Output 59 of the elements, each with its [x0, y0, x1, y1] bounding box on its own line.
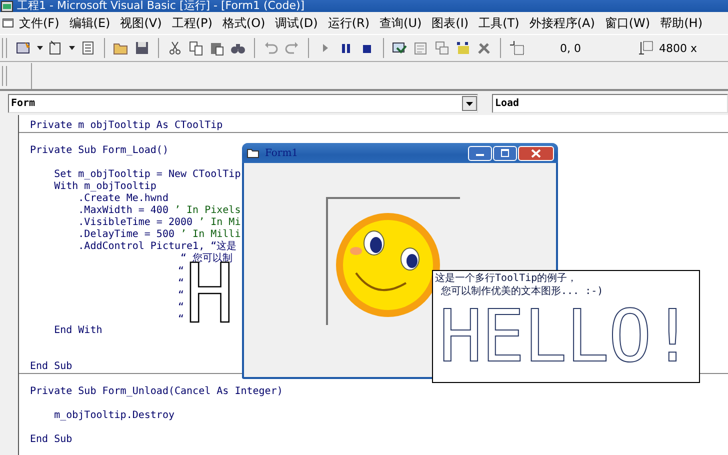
menu-item[interactable]: 文件(F) [14, 14, 64, 32]
code-line: End Sub [30, 434, 72, 446]
object-dropdown[interactable]: Form [8, 94, 478, 113]
minimize-button[interactable] [468, 146, 492, 160]
code-line: .Create Me.hwnd [77, 193, 168, 205]
tooltip-text: 这是一个多行ToolTip的例子， [435, 272, 578, 285]
form-title: Form1 [265, 148, 298, 158]
properties-icon[interactable] [413, 40, 429, 56]
menu-item[interactable]: 窗口(W) [600, 14, 656, 32]
menu-item[interactable]: 查询(U) [374, 14, 427, 32]
code-line: “ [178, 313, 184, 325]
code-line: Private Sub Form_Unload(Cancel As Integer) [30, 386, 283, 398]
form-icon[interactable] [16, 40, 32, 56]
maximize-button[interactable] [493, 146, 517, 160]
folder-icon [247, 148, 259, 158]
code-line: .DelayTime = 500 ’ In Milli [77, 229, 241, 240]
app-icon [1, 0, 13, 12]
window-title: 工程1 - Microsoft Visual Basic [运行] - [Form1 (Code)] [17, 0, 305, 12]
close-button[interactable] [518, 146, 554, 160]
code-line: .VisibleTime = 2000 ’ In Mi [77, 217, 241, 229]
save-icon[interactable] [134, 40, 150, 56]
code-line: “ [178, 301, 184, 313]
menu-item[interactable]: 视图(V) [115, 14, 167, 32]
code-line: End With [53, 325, 102, 337]
menu-item[interactable]: 调试(D) [270, 14, 323, 32]
code-line: “ [178, 289, 184, 301]
code-line: Private Sub Form_Load() [30, 145, 168, 157]
code-line: Private m objTooltip As CToolTip [30, 120, 223, 132]
menu-item[interactable]: 格式(O) [217, 14, 270, 32]
cut-icon[interactable] [167, 40, 183, 56]
code-line: Set m_objTooltip = New CToolTip [53, 169, 241, 181]
menu-item[interactable]: 工程(P) [166, 14, 218, 32]
caret-icon[interactable] [69, 46, 75, 50]
size-icon [638, 40, 654, 56]
menu-item[interactable]: 帮助(H) [655, 14, 708, 32]
tooltip-text: 您可以制作优美的文本图形... :-) [440, 285, 604, 298]
code-line: “ [178, 277, 184, 289]
maximize-icon [500, 149, 510, 157]
size-readout: 4800 x [659, 42, 698, 54]
menu-item[interactable]: 运行(R) [322, 14, 375, 32]
menu-item[interactable]: 外接程序(A) [524, 14, 600, 32]
code-line: “ [178, 265, 184, 277]
code-line: .MaxWidth = 400 ’ In Pixels [77, 205, 241, 217]
document-icon [2, 17, 14, 29]
code-line: End Sub [30, 361, 72, 373]
menu-item[interactable]: 图表(I) [426, 14, 474, 32]
procedure-dropdown[interactable]: Load [492, 94, 728, 113]
menu-item[interactable]: 编辑(E) [64, 14, 116, 32]
code-line: With m_objTooltip [53, 181, 156, 193]
code-line: .AddControl Picture1, “这是 [77, 241, 237, 252]
code-line: m_objTooltip.Destroy [53, 410, 174, 422]
close-icon [530, 148, 542, 158]
position-icon [509, 40, 525, 56]
position-readout: 0, 0 [560, 42, 581, 54]
copy-icon[interactable] [188, 40, 204, 56]
caret-icon[interactable] [37, 46, 43, 50]
paste-icon[interactable] [209, 40, 225, 56]
outline-text: HELLO! [438, 298, 694, 374]
menu-item[interactable]: 工具(T) [474, 14, 524, 32]
